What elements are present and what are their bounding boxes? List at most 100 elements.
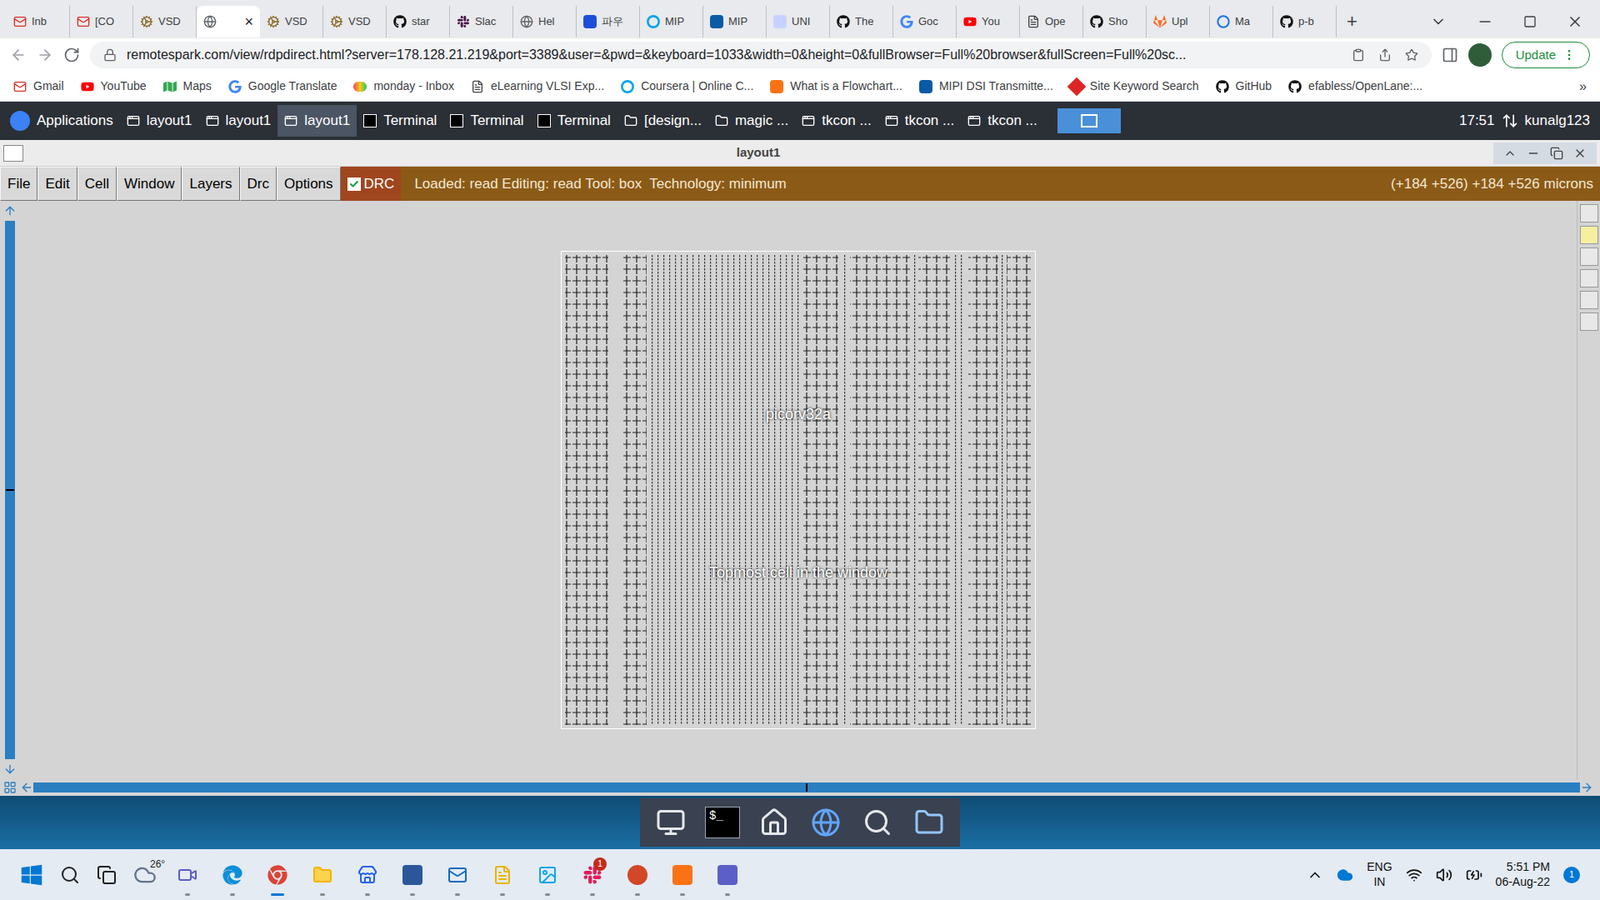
system-clock[interactable]: 5:51 PM06-Aug-22	[1495, 860, 1550, 890]
menu-button[interactable]: Edit	[37, 166, 77, 201]
drc-toggle[interactable]: DRC	[340, 166, 402, 201]
search-icon[interactable]	[60, 865, 80, 885]
tool-box[interactable]	[1580, 269, 1599, 288]
bookmark[interactable]: YouTube	[80, 77, 147, 95]
profile-avatar[interactable]	[1468, 43, 1492, 67]
dock-item[interactable]	[650, 801, 692, 844]
restore-icon[interactable]	[1523, 15, 1537, 29]
task-button[interactable]: [design...	[617, 105, 709, 137]
task-button[interactable]: tkcon ...	[960, 105, 1045, 137]
taskbar-app[interactable]	[353, 854, 382, 896]
browser-tab[interactable]: Goc	[893, 5, 957, 38]
update-button[interactable]: Update	[1501, 41, 1590, 69]
shade-icon[interactable]	[1503, 146, 1517, 160]
notification-badge[interactable]: 1	[1563, 866, 1580, 884]
task-button[interactable]: Terminal	[356, 105, 444, 137]
volume-icon[interactable]	[1435, 866, 1453, 884]
maximize-icon[interactable]	[1550, 146, 1564, 160]
bookmark[interactable]: What is a Flowchart...	[770, 77, 903, 95]
dock-item[interactable]	[908, 801, 950, 844]
taskbar-app[interactable]	[623, 854, 652, 896]
layout-canvas[interactable]: picorv32aTopmost cell in the window	[20, 200, 1577, 780]
bookmark[interactable]: Maps	[163, 77, 212, 95]
task-view-icon[interactable]	[96, 865, 117, 885]
browser-tab[interactable]: Hel	[513, 5, 577, 38]
bookmark[interactable]: Coursera | Online C...	[620, 77, 754, 95]
minimize-icon[interactable]	[1476, 13, 1494, 30]
browser-tab[interactable]: Inb	[6, 5, 70, 38]
browser-tab[interactable]: p-b	[1273, 5, 1337, 38]
scroll-down-icon[interactable]	[3, 762, 17, 776]
taskbar-app[interactable]	[668, 854, 697, 896]
hidden-icons[interactable]	[1306, 866, 1324, 884]
scroll-up-icon[interactable]	[3, 204, 17, 218]
tool-box[interactable]	[1580, 247, 1599, 266]
taskbar-app[interactable]	[533, 854, 562, 896]
forward-icon[interactable]	[36, 46, 54, 64]
language-indicator[interactable]: ENGIN	[1366, 860, 1392, 890]
bookmark[interactable]: Google Translate	[228, 77, 338, 95]
bookmark[interactable]: Site Keyword Search	[1070, 77, 1200, 95]
menu-button[interactable]: Options	[276, 166, 341, 201]
taskbar-app[interactable]	[218, 854, 247, 896]
wifi-icon[interactable]	[1405, 866, 1423, 884]
task-button[interactable]: magic ...	[708, 105, 795, 137]
task-button[interactable]: Terminal	[443, 105, 530, 137]
bookmark[interactable]: MIPI DSI Transmitte...	[919, 77, 1054, 95]
scroll-left-icon[interactable]	[20, 780, 34, 795]
browser-tab[interactable]: Ma	[1210, 5, 1274, 38]
bookmark[interactable]: monday - Inbox	[353, 77, 455, 95]
browser-tab[interactable]: VSD	[133, 5, 197, 38]
browser-tab[interactable]: MIP	[703, 5, 767, 38]
layout-cell[interactable]: picorv32aTopmost cell in the window	[560, 250, 1036, 730]
more-bookmarks[interactable]: »	[1579, 76, 1587, 97]
browser-tab[interactable]: The	[830, 5, 894, 38]
zoom-box-icon[interactable]	[3, 780, 17, 795]
minimize-icon[interactable]	[1526, 146, 1540, 160]
browser-tab[interactable]: VSD	[260, 5, 324, 38]
browser-tab[interactable]: ×	[196, 5, 260, 38]
tool-box[interactable]	[1580, 312, 1599, 331]
task-button[interactable]: layout1	[120, 105, 200, 137]
browser-tab[interactable]: You	[956, 5, 1020, 38]
browser-tab[interactable]: UNI	[766, 5, 830, 38]
task-button[interactable]: Terminal	[530, 105, 618, 137]
browser-tab[interactable]: Ope	[1020, 5, 1084, 38]
dock-item[interactable]	[856, 801, 899, 844]
browser-tab[interactable]: VSD	[323, 5, 387, 38]
scroll-right-icon[interactable]	[1580, 780, 1594, 795]
task-button[interactable]: layout1	[199, 105, 279, 137]
dock-item[interactable]	[805, 801, 847, 844]
close-icon[interactable]	[1566, 13, 1584, 30]
menu-button[interactable]: Cell	[77, 166, 117, 201]
back-icon[interactable]	[10, 46, 27, 64]
bookmark[interactable]: GitHub	[1215, 77, 1273, 95]
battery-icon[interactable]	[1465, 866, 1483, 884]
menu-button[interactable]: File	[0, 166, 38, 201]
taskbar-app[interactable]	[443, 854, 472, 896]
side-panel-icon[interactable]	[1441, 46, 1459, 64]
reload-icon[interactable]	[63, 46, 80, 64]
drc-checkbox[interactable]	[347, 177, 361, 191]
start-icon[interactable]	[20, 863, 44, 887]
close-icon[interactable]	[1573, 146, 1587, 160]
vertical-scrollbar[interactable]	[0, 200, 20, 780]
menu-button[interactable]: Window	[116, 166, 182, 201]
clipboard-icon[interactable]	[1351, 48, 1365, 62]
dock-item[interactable]: $_	[701, 801, 744, 844]
bookmark[interactable]: efabless/OpenLane:...	[1288, 77, 1423, 95]
horizontal-scrollbar[interactable]	[0, 779, 1600, 796]
menu-button[interactable]: Layers	[181, 166, 240, 201]
menu-button[interactable]: Drc	[240, 166, 277, 201]
tool-box[interactable]	[1580, 290, 1599, 310]
browser-tab[interactable]: 파우	[576, 5, 640, 38]
window-menu-icon[interactable]	[3, 145, 24, 162]
task-button[interactable]: tkcon ...	[878, 105, 962, 137]
browser-tab[interactable]: star	[386, 5, 450, 38]
applications-menu[interactable]: Applications	[3, 101, 120, 140]
taskbar-app[interactable]	[308, 854, 337, 896]
tab-search-icon[interactable]	[1430, 13, 1447, 30]
browser-tab[interactable]: Upl	[1146, 5, 1210, 38]
onedrive-icon[interactable]	[1336, 866, 1354, 884]
address-bar[interactable]: remotespark.com/view/rdpdirect.html?serv…	[90, 41, 1432, 69]
